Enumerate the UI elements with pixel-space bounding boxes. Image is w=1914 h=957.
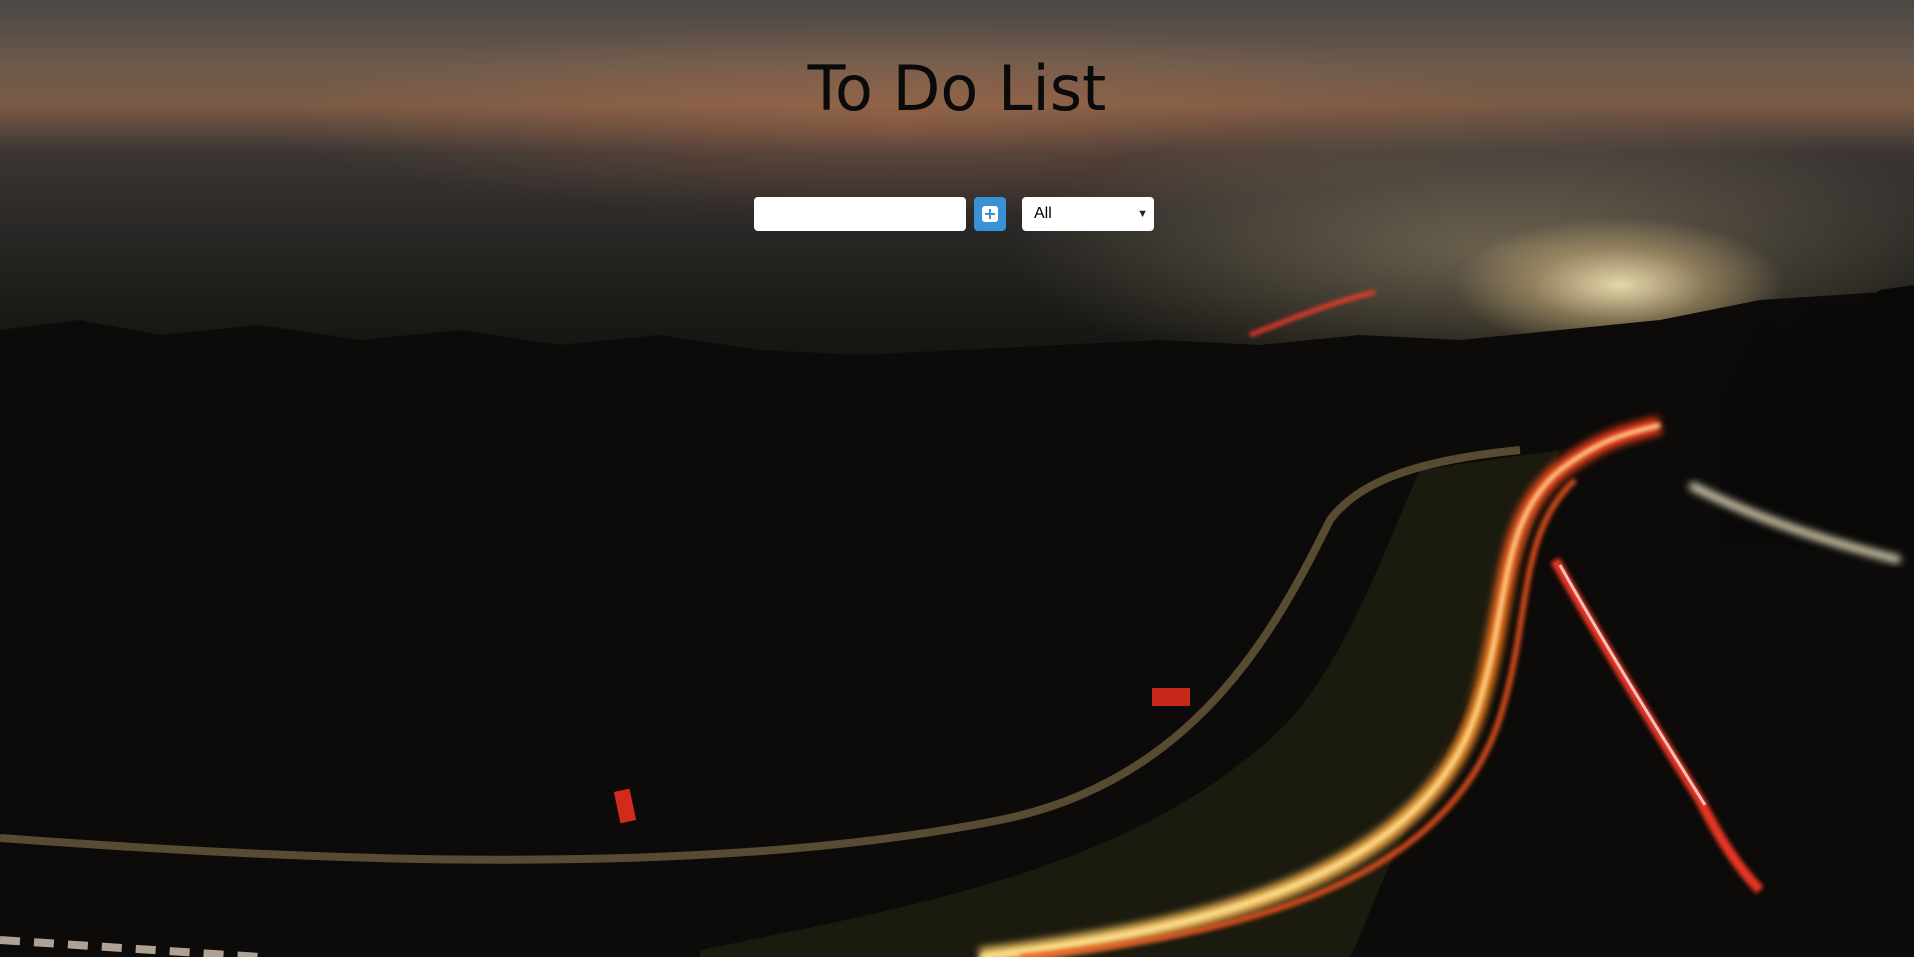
add-todo-button[interactable] — [974, 197, 1006, 231]
page-title: To Do List — [807, 52, 1107, 125]
chevron-down-icon: ▼ — [1137, 208, 1148, 220]
filter-select[interactable]: All ▼ — [1022, 197, 1154, 231]
background-photo — [0, 0, 1914, 957]
todo-input[interactable] — [754, 197, 966, 231]
todo-form: All ▼ — [754, 196, 1154, 232]
filter-selected-value: All — [1034, 205, 1052, 222]
plus-square-icon — [982, 206, 998, 222]
